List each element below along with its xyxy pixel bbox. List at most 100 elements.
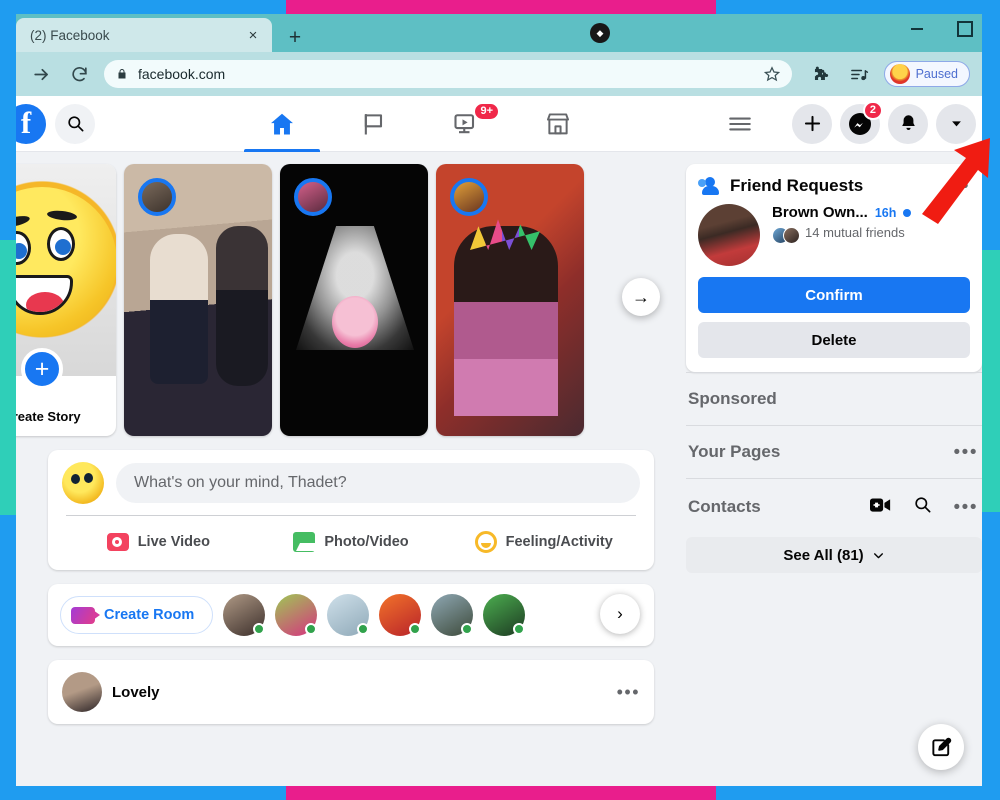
extension-paused-pill[interactable]: Paused <box>883 61 970 87</box>
facebook-logo-icon[interactable]: f <box>16 103 46 144</box>
browser-tab-facebook[interactable]: (2) Facebook × <box>16 18 272 52</box>
story-thumbnail <box>454 226 558 416</box>
avatar <box>138 178 176 216</box>
mutual-friends-label: 14 mutual friends <box>805 225 905 240</box>
right-sidebar: Friend Requests ••• Brown Own... 16h 14 … <box>676 152 982 786</box>
account-dropdown-button[interactable] <box>936 103 976 144</box>
contacts-search-icon[interactable] <box>913 495 932 519</box>
notifications-button[interactable] <box>888 103 928 144</box>
frame-edge-bottom-right <box>716 784 1000 800</box>
frame-edge-left-top <box>0 0 16 240</box>
bell-icon <box>901 115 915 130</box>
post-composer: What's on your mind, Thadet? Live Video … <box>48 450 654 570</box>
new-tab-button[interactable]: + <box>280 22 310 52</box>
section-actions: ••• <box>869 495 978 519</box>
friend-request-info: Brown Own... 16h 14 mutual friends <box>772 204 970 266</box>
frame-edge-right-bottom <box>982 512 1000 800</box>
user-avatar[interactable] <box>62 462 104 504</box>
room-contact-avatar[interactable] <box>483 594 526 636</box>
flag-pages-icon <box>364 113 383 134</box>
post-header: Lovely ••• <box>62 672 640 712</box>
tab-strip: (2) Facebook × + ◆ <box>16 14 982 52</box>
room-contact-avatar[interactable] <box>223 594 266 636</box>
room-contact-avatar[interactable] <box>275 594 318 636</box>
feeling-activity-button[interactable]: Feeling/Activity <box>447 524 640 560</box>
url-text: facebook.com <box>138 66 226 82</box>
frame-edge-right-middle <box>982 250 1000 512</box>
marketplace-shop-icon <box>546 112 570 134</box>
home-icon <box>271 113 293 134</box>
rooms-next-button[interactable]: › <box>600 594 640 634</box>
room-contact-avatar[interactable] <box>431 594 474 636</box>
extensions-puzzle-icon[interactable] <box>808 61 834 87</box>
friend-request-time: 16h <box>874 205 897 220</box>
story-create-thumbnail <box>16 164 116 376</box>
frame-edge-top-middle <box>286 0 716 14</box>
section-your-pages: Your Pages ••• <box>686 425 982 478</box>
profile-avatar-icon[interactable]: ◆ <box>590 23 610 43</box>
search-icon[interactable] <box>55 103 95 144</box>
address-bar[interactable]: facebook.com <box>104 60 792 88</box>
extension-status-label: Paused <box>915 67 958 81</box>
menu-hamburger-icon[interactable] <box>714 96 766 152</box>
post-author-name: Lovely <box>112 683 160 701</box>
confirm-button[interactable]: Confirm <box>698 277 970 313</box>
photo-video-icon <box>293 532 321 552</box>
facebook-page: f 9+ 2 + eate Story → What's on your min… <box>16 96 982 786</box>
section-title: Sponsored <box>688 389 777 408</box>
post-more-icon[interactable]: ••• <box>617 682 640 703</box>
playlist-music-icon[interactable] <box>846 61 872 87</box>
create-story-plus-icon[interactable]: + <box>21 348 63 390</box>
compose-message-button[interactable] <box>918 724 964 770</box>
compose-edit-icon <box>931 737 951 756</box>
new-video-room-icon[interactable] <box>869 497 891 518</box>
chevron-down-icon <box>873 552 883 558</box>
friend-request-item: Brown Own... 16h 14 mutual friends <box>698 204 970 266</box>
friend-request-name[interactable]: Brown Own... <box>772 204 868 221</box>
avatar[interactable] <box>62 672 102 712</box>
maximize-icon[interactable] <box>952 16 978 42</box>
your-pages-more-icon[interactable]: ••• <box>954 443 978 462</box>
frame-edge-right-top <box>982 0 1000 250</box>
room-contact-avatar[interactable] <box>379 594 422 636</box>
avatar <box>294 178 332 216</box>
room-contact-avatar[interactable] <box>327 594 370 636</box>
forward-icon[interactable] <box>28 61 54 87</box>
feed-column: + Create Story <box>16 152 676 786</box>
bookmark-star-icon[interactable] <box>763 66 780 82</box>
friend-requests-more-icon[interactable]: ••• <box>946 177 970 196</box>
stories-next-button[interactable]: → <box>622 278 660 316</box>
browser-toolbar: facebook.com Paused <box>16 52 982 96</box>
avatar <box>450 178 488 216</box>
live-video-button[interactable]: Live Video <box>62 526 255 558</box>
live-video-icon <box>106 533 129 551</box>
see-all-label: See All (81) <box>783 546 864 564</box>
tab-pages[interactable] <box>328 96 420 152</box>
create-room-button[interactable]: Create Room <box>60 596 214 634</box>
delete-button[interactable]: Delete <box>698 322 970 358</box>
reload-icon[interactable] <box>66 61 92 87</box>
nav-left-group: f <box>16 103 95 144</box>
live-video-label: Live Video <box>137 534 210 550</box>
story-item-4[interactable] <box>436 164 584 436</box>
story-create[interactable]: + Create Story <box>16 164 116 436</box>
section-title: Your Pages <box>688 442 781 461</box>
story-item-3[interactable] <box>280 164 428 436</box>
create-plus-button[interactable] <box>792 103 832 144</box>
close-icon[interactable]: × <box>244 26 262 44</box>
nav-tabs: 9+ <box>236 96 604 152</box>
minimize-icon[interactable] <box>904 16 930 42</box>
frame-edge-top-right <box>716 0 1000 14</box>
see-all-button[interactable]: See All (81) <box>686 537 982 573</box>
tab-home[interactable] <box>236 96 328 152</box>
story-item-2[interactable] <box>124 164 272 436</box>
frame-edge-left-middle <box>0 240 16 515</box>
messenger-button[interactable]: 2 <box>840 100 883 144</box>
tab-marketplace[interactable] <box>512 96 604 152</box>
tab-watch[interactable]: 9+ <box>420 96 512 152</box>
photo-video-button[interactable]: Photo/Video <box>255 525 448 559</box>
friend-requests-header: Friend Requests ••• <box>698 176 970 196</box>
status-input[interactable]: What's on your mind, Thadet? <box>116 463 640 503</box>
contacts-more-icon[interactable]: ••• <box>954 498 978 517</box>
avatar[interactable] <box>698 204 760 266</box>
